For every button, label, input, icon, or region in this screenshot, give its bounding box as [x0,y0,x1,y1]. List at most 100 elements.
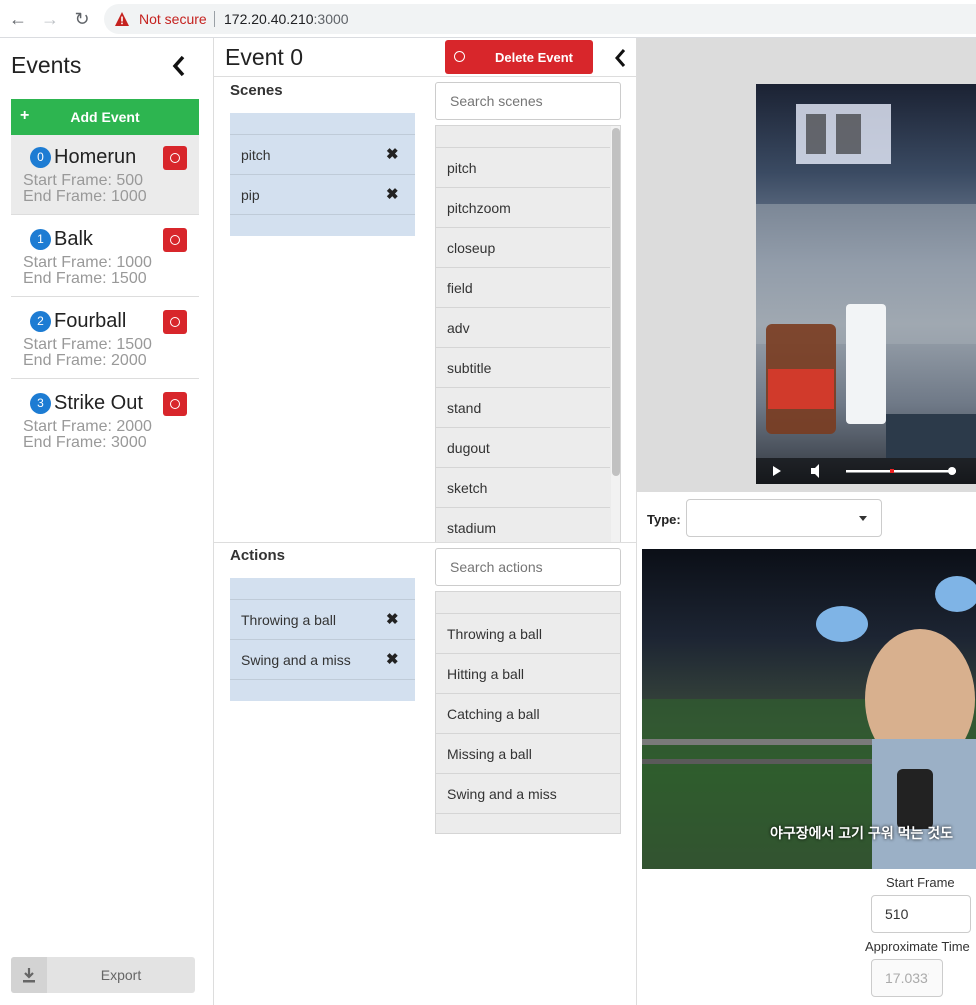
selected-action-item[interactable]: Swing and a miss ✖ [230,639,415,679]
actions-title: Actions [230,547,286,564]
scenes-title: Scenes [230,82,283,99]
event-item-2[interactable]: 2 Fourball Start Frame: 1500 End Frame: … [11,299,199,379]
remove-icon[interactable]: ✖ [386,185,399,203]
selected-action-label: Swing and a miss [241,652,351,668]
delete-event-icon[interactable] [163,146,187,170]
collapse-editor-icon[interactable] [612,46,628,70]
collapse-events-icon[interactable] [171,54,187,78]
pip-video-frame[interactable]: 야구장에서 고기 구워 먹는 것도 [642,549,976,869]
url-text: 172.20.40.210:3000 [224,11,349,27]
not-secure-label: Not secure [139,11,207,27]
selected-scene-label: pip [241,187,260,203]
volume-icon [811,464,819,478]
video-subtitle: 야구장에서 고기 구워 먹는 것도 [770,825,953,841]
url-host: 172.20.40.210 [224,11,314,27]
scene-option[interactable]: pitchzoom [436,187,610,227]
selected-scene-item[interactable]: pitch ✖ [230,134,415,174]
video-frame-image [756,104,976,458]
delete-event-button[interactable]: Delete Event [445,40,593,74]
search-actions-input[interactable] [435,548,621,586]
scene-option-label: stadium [447,520,497,536]
selected-action-label: Throwing a ball [241,612,336,628]
selected-action-item[interactable]: Throwing a ball ✖ [230,599,415,639]
action-option-label: Swing and a miss [447,786,557,802]
action-option[interactable]: Hitting a ball [436,653,620,693]
browser-toolbar: ← → ↻ Not secure 172.20.40.210:3000 [0,0,976,38]
type-label: Type: [647,512,681,527]
action-option[interactable]: Missing a ball [436,733,620,773]
separator [214,11,215,27]
export-button[interactable]: Export [11,957,195,993]
selected-actions-list: Throwing a ball ✖ Swing and a miss ✖ [230,578,415,701]
preview-panel: Type: 야구장에서 고기 구워 먹는 것도 Start Frame Appr… [637,38,976,1005]
scroll-thumb[interactable] [612,128,620,476]
remove-icon[interactable]: ✖ [386,650,399,668]
video-controls [756,458,976,484]
divider [214,542,637,543]
scene-option[interactable]: stand [436,387,610,427]
remove-icon[interactable]: ✖ [386,145,399,163]
event-end-frame: End Frame: 2000 [23,352,147,369]
events-panel: Events + Add Event 0 Homerun Start Frame… [0,38,214,1005]
address-bar[interactable]: Not secure 172.20.40.210:3000 [104,4,976,34]
event-item-3[interactable]: 3 Strike Out Start Frame: 2000 End Frame… [11,381,199,461]
selected-list-end [230,214,415,236]
action-option-label: Catching a ball [447,706,540,722]
scene-option[interactable]: sketch [436,467,610,507]
reload-icon[interactable]: ↻ [72,9,92,29]
search-scenes-input[interactable] [435,82,621,120]
pip-frame-image [642,576,976,869]
events-title: Events [11,52,82,78]
scene-option-label: sketch [447,480,488,496]
selected-scene-item[interactable]: pip ✖ [230,174,415,214]
scene-option-label: dugout [447,440,490,456]
scene-option[interactable]: closeup [436,227,610,267]
caret-down-icon [859,516,867,521]
event-title: Event 0 [225,44,303,70]
scenes-scrollbar[interactable] [611,126,620,542]
event-end-frame: End Frame: 1000 [23,188,147,205]
action-option-label: Hitting a ball [447,666,525,682]
scene-option[interactable]: subtitle [436,347,610,387]
action-option[interactable]: Swing and a miss [436,773,620,813]
event-item-1[interactable]: 1 Balk Start Frame: 1000 End Frame: 1500 [11,217,199,297]
start-frame-input[interactable] [871,895,971,933]
event-index-badge: 3 [30,393,51,414]
delete-event-icon[interactable] [163,392,187,416]
delete-event-icon[interactable] [163,228,187,252]
approximate-time-input [871,959,943,997]
scene-option[interactable]: dugout [436,427,610,467]
video-player[interactable] [756,84,976,484]
scene-option-label: pitch [447,160,477,176]
action-list-end [436,813,620,833]
event-editor-panel: Event 0 Delete Event Scenes pitch ✖ pip … [214,38,637,1005]
url-port: :3000 [313,11,349,27]
delete-event-label: Delete Event [494,50,574,65]
selected-scenes-list: pitch ✖ pip ✖ [230,113,415,236]
video-area [637,38,976,492]
remove-icon[interactable]: ✖ [386,610,399,628]
action-option-label: Missing a ball [447,746,532,762]
event-index-badge: 2 [30,311,51,332]
type-select[interactable] [686,499,882,537]
scene-option[interactable]: stadium [436,507,610,542]
add-event-label: Add Event [70,109,140,125]
event-item-0[interactable]: 0 Homerun Start Frame: 500 End Frame: 10… [11,135,199,215]
delete-event-icon[interactable] [163,310,187,334]
scene-option[interactable]: pitch [436,147,610,187]
download-icon [11,957,47,993]
back-icon[interactable]: ← [8,9,28,29]
scene-option[interactable]: adv [436,307,610,347]
forward-icon[interactable]: → [40,9,60,29]
progress-track [846,470,956,473]
scene-option[interactable]: field [436,267,610,307]
event-name: Strike Out [54,392,143,414]
action-option[interactable]: Catching a ball [436,693,620,733]
event-name: Balk [54,228,93,250]
scene-option-label: subtitle [447,360,492,376]
selected-scene-label: pitch [241,147,271,163]
event-name: Homerun [54,146,137,168]
add-event-button[interactable]: + Add Event [11,99,199,135]
selected-list-end [230,679,415,701]
action-option[interactable]: Throwing a ball [436,613,620,653]
